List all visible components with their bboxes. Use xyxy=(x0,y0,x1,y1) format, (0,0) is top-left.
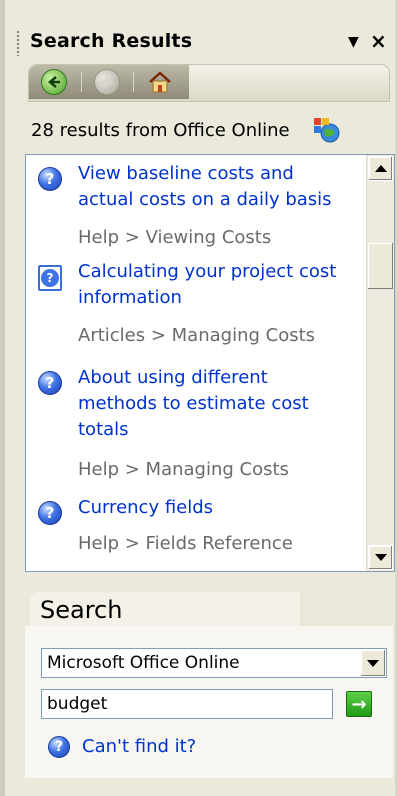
search-results-list: ? View baseline costs and actual costs o… xyxy=(25,154,395,572)
toolbar-separator xyxy=(133,72,134,92)
help-icon: ? xyxy=(38,167,62,191)
dropdown-button[interactable] xyxy=(361,650,385,676)
result-title-link[interactable]: About using different methods to estimat… xyxy=(78,365,368,443)
result-title-link[interactable]: Currency fields xyxy=(78,495,368,521)
pane-menu-dropdown-icon[interactable]: ▼ xyxy=(348,34,359,50)
results-scrollbar[interactable] xyxy=(366,155,394,571)
search-heading: Search xyxy=(40,596,123,624)
task-pane: Search Results ▼ × 28 results from Offic… xyxy=(0,0,398,796)
close-icon[interactable]: × xyxy=(370,29,387,53)
result-category: Articles > Managing Costs xyxy=(78,325,316,346)
result-category: Help > Viewing Costs xyxy=(78,227,272,248)
result-category: Help > Managing Costs xyxy=(78,459,289,480)
go-arrow-icon: → xyxy=(351,693,367,715)
scroll-down-button[interactable] xyxy=(368,545,393,570)
home-icon xyxy=(149,71,171,93)
results-summary: 28 results from Office Online xyxy=(31,120,290,141)
navigation-button-group xyxy=(29,65,189,99)
help-icon: ? xyxy=(38,371,62,395)
forward-arrow-icon xyxy=(94,69,120,95)
result-title-link[interactable]: Calculating your project cost informatio… xyxy=(78,259,368,311)
go-button[interactable]: → xyxy=(346,691,372,717)
home-button[interactable] xyxy=(145,68,175,96)
forward-button[interactable] xyxy=(92,68,122,96)
arrow-up-icon xyxy=(374,165,387,172)
result-category: Help > Fields Reference xyxy=(78,533,293,554)
search-scope-value: Microsoft Office Online xyxy=(47,653,240,673)
drag-grip[interactable] xyxy=(16,30,20,56)
navigation-toolbar xyxy=(28,64,390,102)
pane-title-bar: Search Results ▼ × xyxy=(14,24,394,58)
office-online-icon xyxy=(314,118,340,143)
search-scope-select[interactable]: Microsoft Office Online xyxy=(41,648,387,678)
chevron-down-icon xyxy=(367,659,379,667)
help-icon: ? xyxy=(48,736,70,758)
result-title-link[interactable]: View baseline costs and actual costs on … xyxy=(78,161,368,213)
cant-find-link[interactable]: Can't find it? xyxy=(82,736,196,757)
search-query-input[interactable] xyxy=(41,689,333,719)
article-icon: ? xyxy=(38,265,62,291)
back-arrow-icon xyxy=(41,69,67,95)
scroll-up-button[interactable] xyxy=(368,156,393,181)
toolbar-separator xyxy=(81,72,82,92)
pane-title: Search Results xyxy=(30,30,193,52)
back-button[interactable] xyxy=(39,68,69,96)
arrow-down-icon xyxy=(374,554,387,561)
scroll-thumb[interactable] xyxy=(368,243,393,289)
help-icon: ? xyxy=(38,501,62,525)
